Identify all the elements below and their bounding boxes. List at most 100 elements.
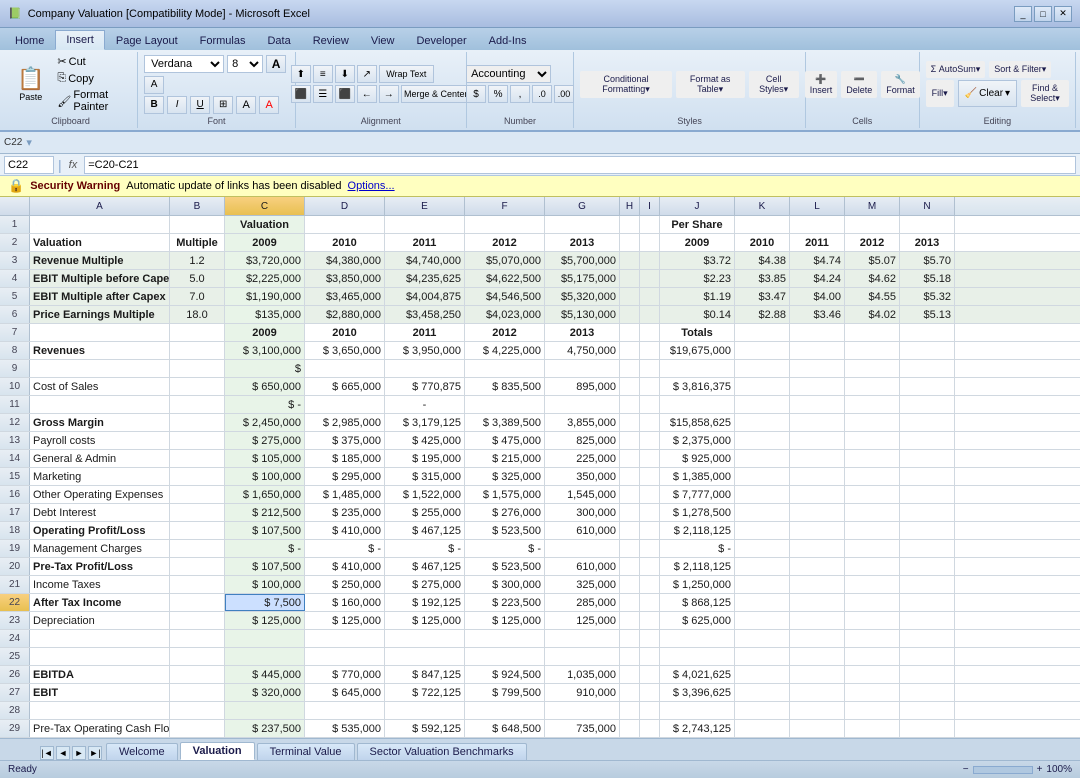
cell-17-d[interactable]: $ 235,000 [305, 504, 385, 521]
cell-1-l[interactable] [790, 216, 845, 233]
font-shrink-button[interactable]: A [144, 76, 164, 94]
cell-1-n[interactable] [900, 216, 955, 233]
cell-1-e[interactable] [385, 216, 465, 233]
wrap-text-button[interactable]: Wrap Text [379, 65, 434, 83]
cell-29-c[interactable]: $ 237,500 [225, 720, 305, 737]
cell-23-h[interactable] [620, 612, 640, 629]
cell-14-n[interactable] [900, 450, 955, 467]
cell-16-a[interactable]: Other Operating Expenses [30, 486, 170, 503]
cell-12-j[interactable]: $15,858,625 [660, 414, 735, 431]
cell-8-m[interactable] [845, 342, 900, 359]
cell-9-b[interactable] [170, 360, 225, 377]
col-header-b[interactable]: B [170, 197, 225, 215]
cell-10-l[interactable] [790, 378, 845, 395]
cell-17-k[interactable] [735, 504, 790, 521]
cell-1-c[interactable]: Valuation [225, 216, 305, 233]
cell-19-i[interactable] [640, 540, 660, 557]
col-header-l[interactable]: L [790, 197, 845, 215]
percent-button[interactable]: % [488, 85, 508, 103]
cell-19-c[interactable]: $ - [225, 540, 305, 557]
tab-page-layout[interactable]: Page Layout [105, 30, 189, 50]
cell-2-f[interactable]: 2012 [465, 234, 545, 251]
cell-13-h[interactable] [620, 432, 640, 449]
cell-5-m[interactable]: $4.55 [845, 288, 900, 305]
cell-13-b[interactable] [170, 432, 225, 449]
cell-21-l[interactable] [790, 576, 845, 593]
cell-7-e[interactable]: 2011 [385, 324, 465, 341]
cell-29-g[interactable]: 735,000 [545, 720, 620, 737]
cell-29-e[interactable]: $ 592,125 [385, 720, 465, 737]
cell-26-g[interactable]: 1,035,000 [545, 666, 620, 683]
cell-26-a[interactable]: EBITDA [30, 666, 170, 683]
cell-29-b[interactable] [170, 720, 225, 737]
cell-10-c[interactable]: $ 650,000 [225, 378, 305, 395]
cell-15-b[interactable] [170, 468, 225, 485]
cell-15-m[interactable] [845, 468, 900, 485]
col-header-f[interactable]: F [465, 197, 545, 215]
conditional-formatting-button[interactable]: Conditional Formatting▾ [580, 71, 671, 98]
cell-27-j[interactable]: $ 3,396,625 [660, 684, 735, 701]
col-header-m[interactable]: M [845, 197, 900, 215]
cell-26-b[interactable] [170, 666, 225, 683]
cell-13-l[interactable] [790, 432, 845, 449]
cell-13-d[interactable]: $ 375,000 [305, 432, 385, 449]
copy-button[interactable]: ⎘Copy [55, 71, 131, 86]
cell-2-l[interactable]: 2011 [790, 234, 845, 251]
cell-10-a[interactable]: Cost of Sales [30, 378, 170, 395]
cell-6-b[interactable]: 18.0 [170, 306, 225, 323]
cell-9-f[interactable] [465, 360, 545, 377]
cell-11-k[interactable] [735, 396, 790, 413]
cell-8-k[interactable] [735, 342, 790, 359]
cell-11-h[interactable] [620, 396, 640, 413]
cell-27-b[interactable] [170, 684, 225, 701]
cell-22-l[interactable] [790, 594, 845, 611]
cell-18-f[interactable]: $ 523,500 [465, 522, 545, 539]
format-as-table-button[interactable]: Format as Table▾ [676, 71, 745, 98]
cell-5-g[interactable]: $5,320,000 [545, 288, 620, 305]
cell-26-i[interactable] [640, 666, 660, 683]
increase-indent-button[interactable]: → [379, 85, 399, 103]
cell-5-h[interactable] [620, 288, 640, 305]
cell-9-j[interactable] [660, 360, 735, 377]
cell-12-h[interactable] [620, 414, 640, 431]
cell-6-a[interactable]: Price Earnings Multiple [30, 306, 170, 323]
close-button[interactable]: ✕ [1054, 6, 1072, 22]
cell-3-n[interactable]: $5.70 [900, 252, 955, 269]
cell-9-a[interactable] [30, 360, 170, 377]
cell-3-m[interactable]: $5.07 [845, 252, 900, 269]
cell-29-l[interactable] [790, 720, 845, 737]
cell-21-h[interactable] [620, 576, 640, 593]
cell-2-d[interactable]: 2010 [305, 234, 385, 251]
cell-27-c[interactable]: $ 320,000 [225, 684, 305, 701]
cell-22-e[interactable]: $ 192,125 [385, 594, 465, 611]
cell-11-j[interactable] [660, 396, 735, 413]
cell-11-n[interactable] [900, 396, 955, 413]
cell-8-f[interactable]: $ 4,225,000 [465, 342, 545, 359]
cell-18-m[interactable] [845, 522, 900, 539]
cell-14-e[interactable]: $ 195,000 [385, 450, 465, 467]
cell-26-j[interactable]: $ 4,021,625 [660, 666, 735, 683]
tab-formulas[interactable]: Formulas [189, 30, 257, 50]
cell-4-h[interactable] [620, 270, 640, 287]
cell-18-i[interactable] [640, 522, 660, 539]
cell-18-g[interactable]: 610,000 [545, 522, 620, 539]
cell-26-h[interactable] [620, 666, 640, 683]
cell-22-g[interactable]: 285,000 [545, 594, 620, 611]
cell-5-f[interactable]: $4,546,500 [465, 288, 545, 305]
cell-27-k[interactable] [735, 684, 790, 701]
tab-add-ins[interactable]: Add-Ins [478, 30, 538, 50]
cell-29-j[interactable]: $ 2,743,125 [660, 720, 735, 737]
cell-10-j[interactable]: $ 3,816,375 [660, 378, 735, 395]
cell-16-j[interactable]: $ 7,777,000 [660, 486, 735, 503]
cell-18-l[interactable] [790, 522, 845, 539]
cell-7-m[interactable] [845, 324, 900, 341]
cell-9-k[interactable] [735, 360, 790, 377]
cell-15-h[interactable] [620, 468, 640, 485]
cell-11-a[interactable] [30, 396, 170, 413]
cell-3-d[interactable]: $4,380,000 [305, 252, 385, 269]
cell-4-l[interactable]: $4.24 [790, 270, 845, 287]
cell-16-l[interactable] [790, 486, 845, 503]
cell-9-d[interactable] [305, 360, 385, 377]
cell-4-m[interactable]: $4.62 [845, 270, 900, 287]
sheet-tab-valuation[interactable]: Valuation [180, 742, 255, 760]
